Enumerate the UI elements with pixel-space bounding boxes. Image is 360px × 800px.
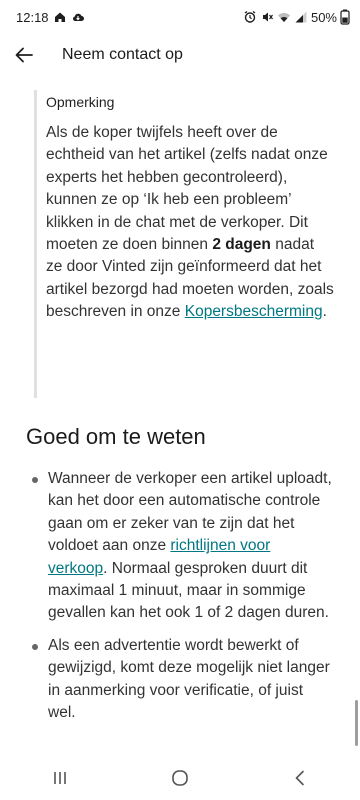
battery-percentage: 50%: [310, 9, 337, 25]
note-deadline: 2 dagen: [212, 236, 271, 254]
home-icon: [53, 10, 67, 24]
app-bar: Neem contact op: [0, 34, 360, 76]
mute-icon: [260, 10, 274, 24]
section-title: Goed om te weten: [26, 424, 206, 449]
note-text-end: .: [322, 303, 327, 321]
bullet-list: Wanneer de verkoper een artikel uploadt,…: [30, 468, 332, 734]
bullet-text-2: Als een advertentie wordt bewerkt of gew…: [48, 636, 330, 722]
battery-icon: [340, 9, 350, 25]
status-time: 12:18: [16, 9, 49, 25]
bullet-dot: [32, 643, 38, 650]
note-title: Opmerking: [46, 94, 115, 110]
list-item: Wanneer de verkoper een artikel uploadt,…: [30, 468, 332, 625]
home-circle-icon: [172, 770, 188, 786]
scrollbar[interactable]: [355, 700, 358, 746]
signal-icon: [294, 10, 308, 24]
status-bar-left: 12:18: [16, 10, 85, 25]
recent-apps-icon: [54, 772, 66, 784]
note-callout: Opmerking Als de koper twijfels heeft ov…: [34, 90, 334, 398]
list-item: Als een advertentie wordt bewerkt of gew…: [30, 635, 332, 725]
note-body: Als de koper twijfels heeft over de echt…: [46, 122, 334, 324]
home-button[interactable]: [160, 758, 200, 798]
back-button[interactable]: [12, 43, 36, 67]
page-title: Neem contact op: [62, 46, 183, 63]
cloud-download-icon: [71, 10, 85, 24]
system-nav-bar: [0, 756, 360, 800]
note-text-1: Als de koper twijfels heeft over de echt…: [46, 124, 328, 254]
arrow-left-icon: [15, 47, 33, 63]
bullet-dot: [32, 477, 38, 483]
wifi-icon: [277, 10, 291, 24]
system-back-button[interactable]: [280, 758, 320, 798]
recent-apps-button[interactable]: [40, 758, 80, 798]
status-bar-right: 50%: [243, 9, 350, 25]
back-chevron-icon: [295, 770, 304, 786]
main-content[interactable]: Opmerking Als de koper twijfels heeft ov…: [0, 76, 360, 756]
alarm-clock-icon: [243, 10, 257, 24]
buyer-protection-link[interactable]: Kopersbescherming: [185, 303, 323, 320]
status-bar: 12:18 50%: [0, 0, 360, 34]
